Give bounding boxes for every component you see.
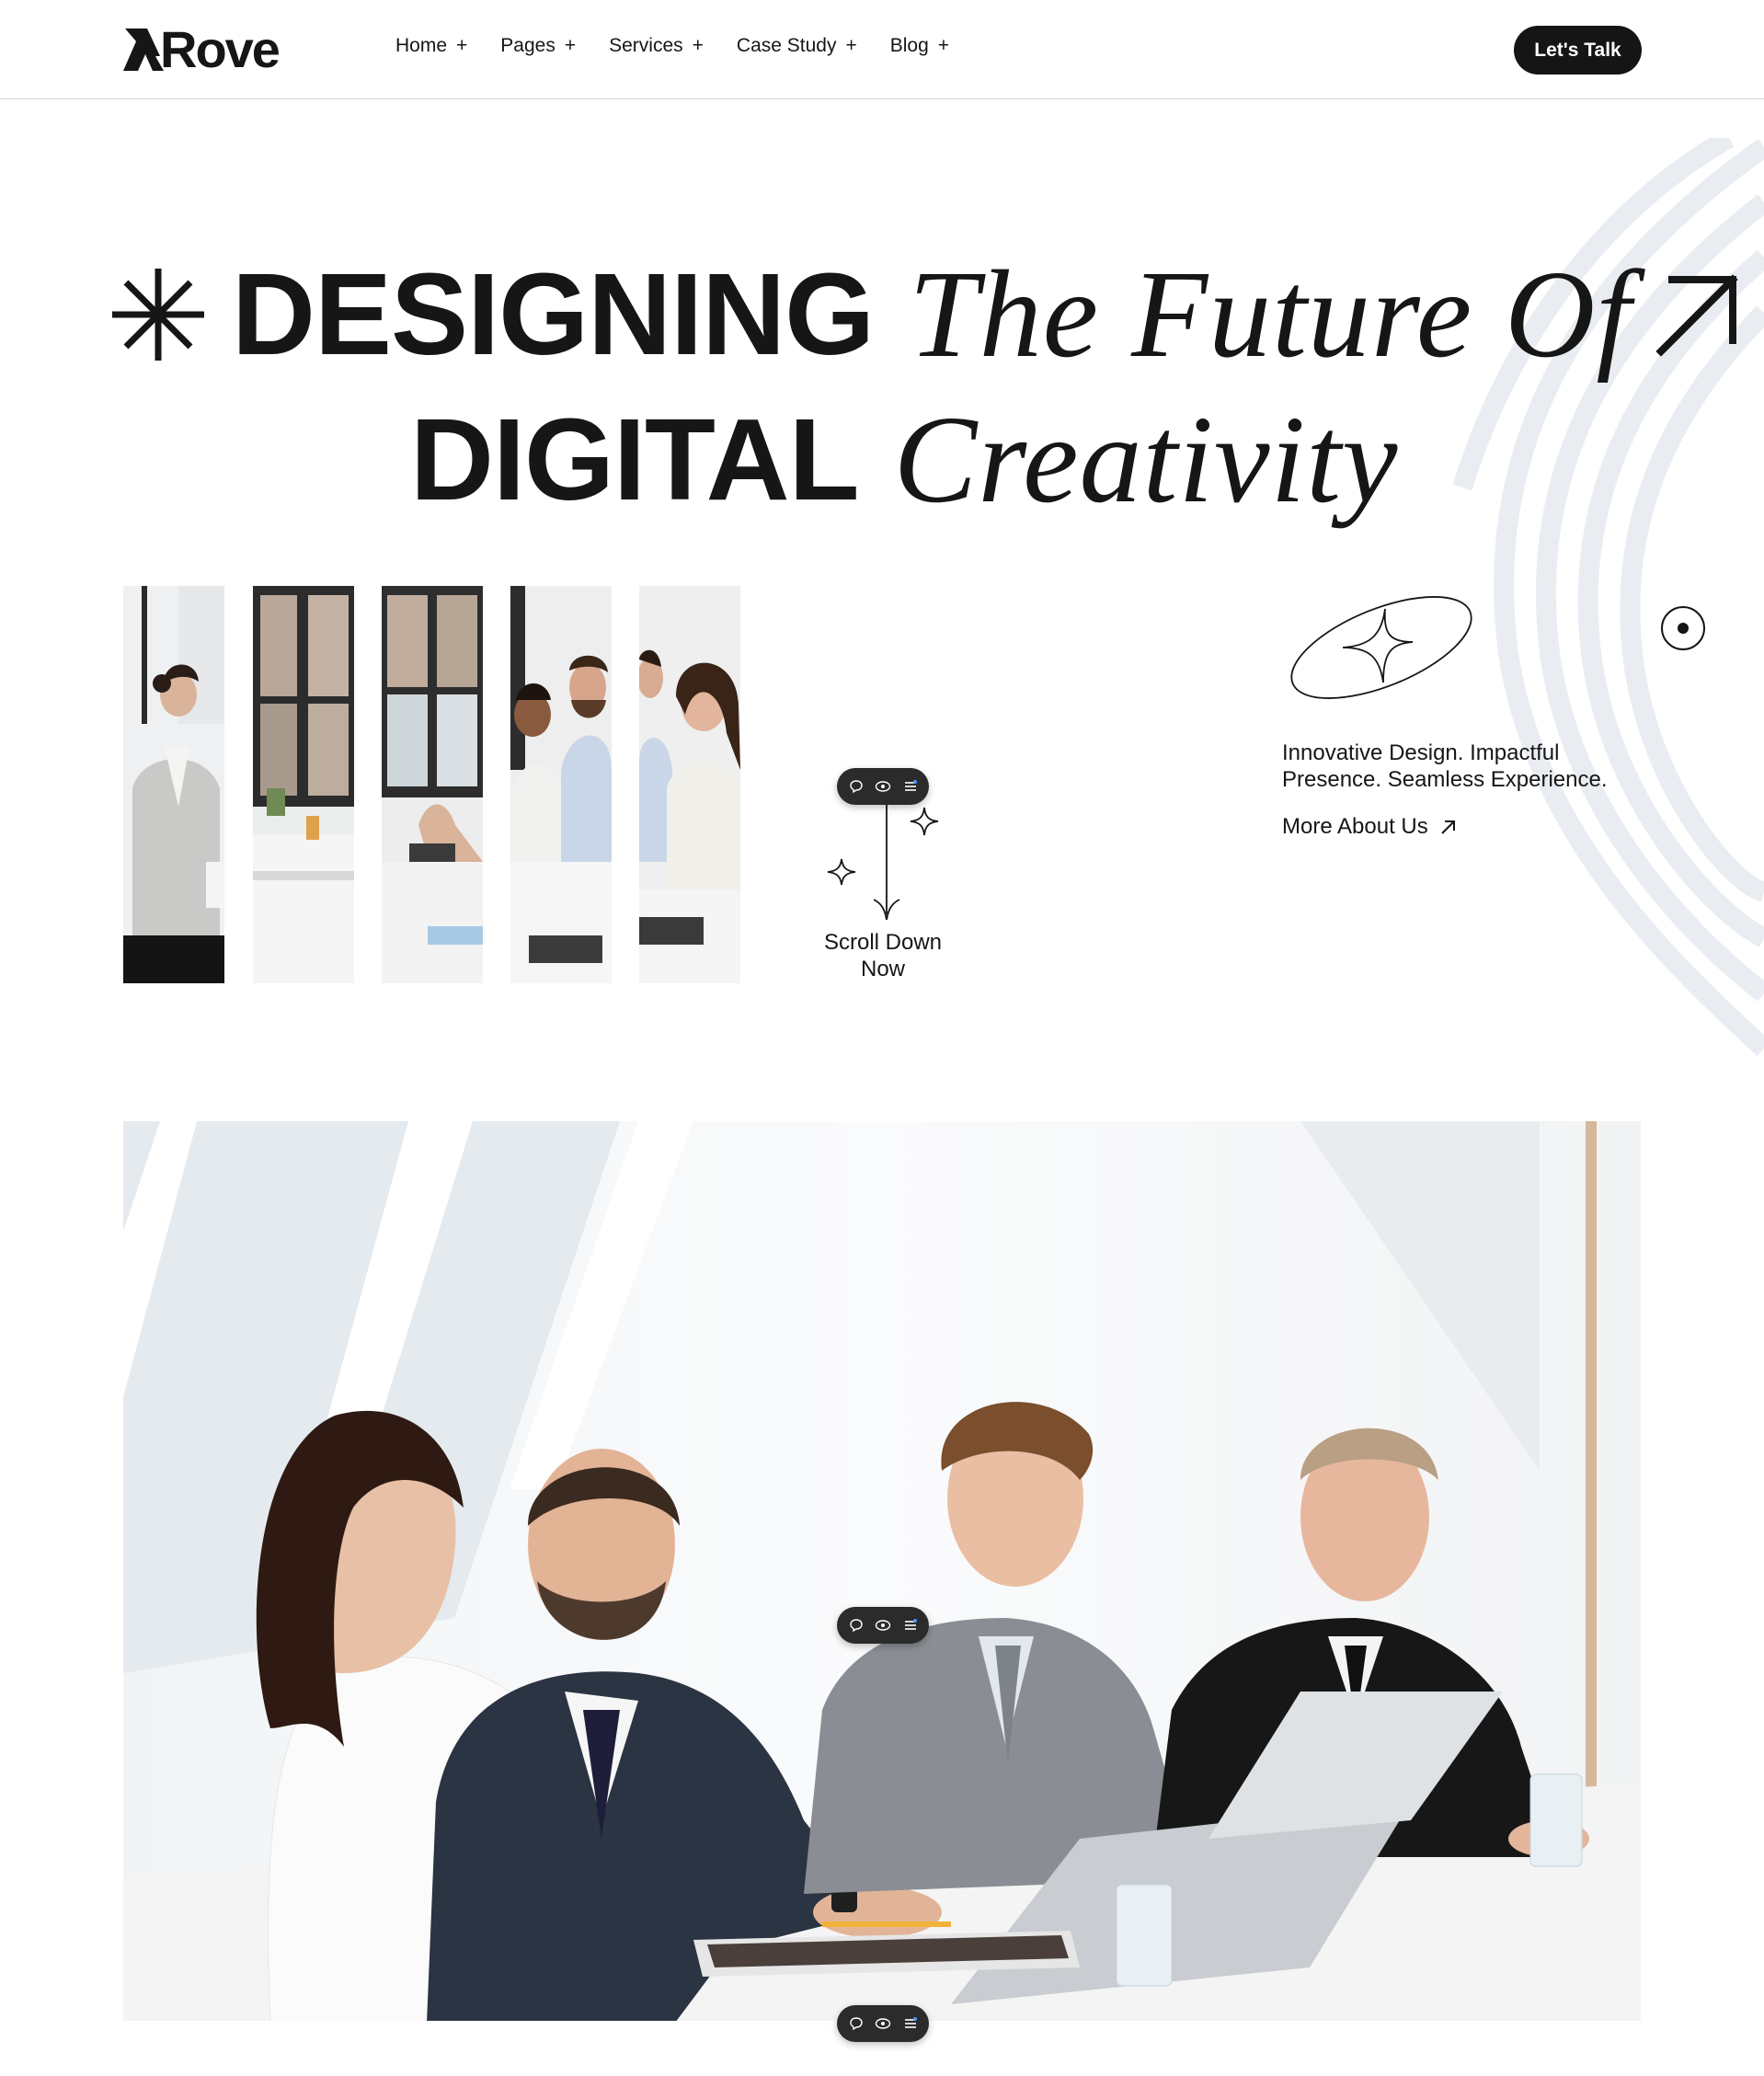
nav-item-label: Case Study	[736, 35, 837, 56]
more-about-us-label: More About Us	[1282, 814, 1428, 839]
plus-icon: +	[845, 35, 857, 56]
site-header: Rove Home + Pages + Services + Case Stud…	[0, 0, 1764, 99]
circle-dot-button[interactable]	[1661, 606, 1705, 650]
main-nav: Home + Pages + Services + Case Study + B…	[395, 35, 982, 57]
plus-icon: +	[692, 35, 704, 56]
photo-strip-2	[253, 586, 354, 983]
nav-item-case-study[interactable]: Case Study +	[737, 35, 857, 57]
photo-strip-4	[510, 586, 612, 983]
list-icon[interactable]	[903, 779, 918, 794]
floating-widget-bottom[interactable]	[837, 2005, 929, 2042]
plus-icon: +	[564, 35, 577, 56]
list-icon[interactable]	[903, 1618, 918, 1633]
hero-word-digital: DIGITAL	[410, 395, 860, 524]
nav-item-blog[interactable]: Blog +	[890, 35, 949, 57]
hero-heading-line1: DESIGNING The Future Of	[110, 241, 1742, 388]
eye-icon[interactable]	[875, 1618, 891, 1633]
comment-icon[interactable]	[849, 1618, 864, 1633]
nav-item-label: Blog	[889, 35, 929, 56]
lets-talk-button[interactable]: Let's Talk	[1514, 26, 1642, 75]
nav-item-home[interactable]: Home +	[395, 35, 467, 57]
logo-text: Rove	[160, 20, 281, 78]
more-about-us-link[interactable]: More About Us	[1282, 814, 1458, 840]
team-meeting-photo	[123, 1121, 1641, 2021]
comment-icon[interactable]	[849, 2016, 864, 2031]
nav-item-label: Pages	[500, 35, 556, 56]
scroll-down-arrow-icon[interactable]	[819, 798, 947, 927]
hero-word-the-future-of: The Future Of	[909, 246, 1632, 384]
eye-icon[interactable]	[875, 2016, 891, 2031]
scroll-label-line2: Now	[860, 957, 905, 981]
plus-icon: +	[456, 35, 468, 56]
floating-widget-middle[interactable]	[837, 1607, 929, 1644]
dot-icon	[1678, 623, 1689, 634]
hero-heading-line2: DIGITAL Creativity	[410, 386, 1398, 533]
orbit-star-icon	[1290, 596, 1472, 699]
scroll-down-label[interactable]: Scroll Down Now	[809, 929, 956, 982]
arrow-up-right-icon	[1655, 274, 1738, 357]
nav-item-label: Services	[609, 35, 683, 56]
plus-icon: +	[937, 35, 950, 56]
about-tagline: Innovative Design. Impactful Presence. S…	[1282, 740, 1632, 793]
logo[interactable]: Rove	[123, 20, 281, 78]
photo-strip-3	[382, 586, 483, 983]
asterisk-icon	[112, 269, 204, 361]
tagline-line1: Innovative Design. Impactful	[1282, 740, 1560, 765]
hero-word-designing: DESIGNING	[232, 249, 875, 379]
tagline-line2: Presence. Seamless Experience.	[1282, 767, 1608, 792]
scroll-label-line1: Scroll Down	[823, 930, 943, 955]
eye-icon[interactable]	[875, 779, 891, 794]
list-icon[interactable]	[903, 2016, 918, 2031]
arrow-up-right-icon	[1441, 820, 1455, 834]
nav-item-services[interactable]: Services +	[609, 35, 704, 57]
floating-widget-top[interactable]	[837, 768, 929, 805]
nav-item-label: Home	[395, 35, 448, 56]
nav-item-pages[interactable]: Pages +	[500, 35, 576, 57]
comment-icon[interactable]	[849, 779, 864, 794]
photo-strip-5	[639, 586, 740, 983]
photo-strip-1	[123, 586, 224, 983]
hero-word-creativity: Creativity	[893, 391, 1399, 529]
